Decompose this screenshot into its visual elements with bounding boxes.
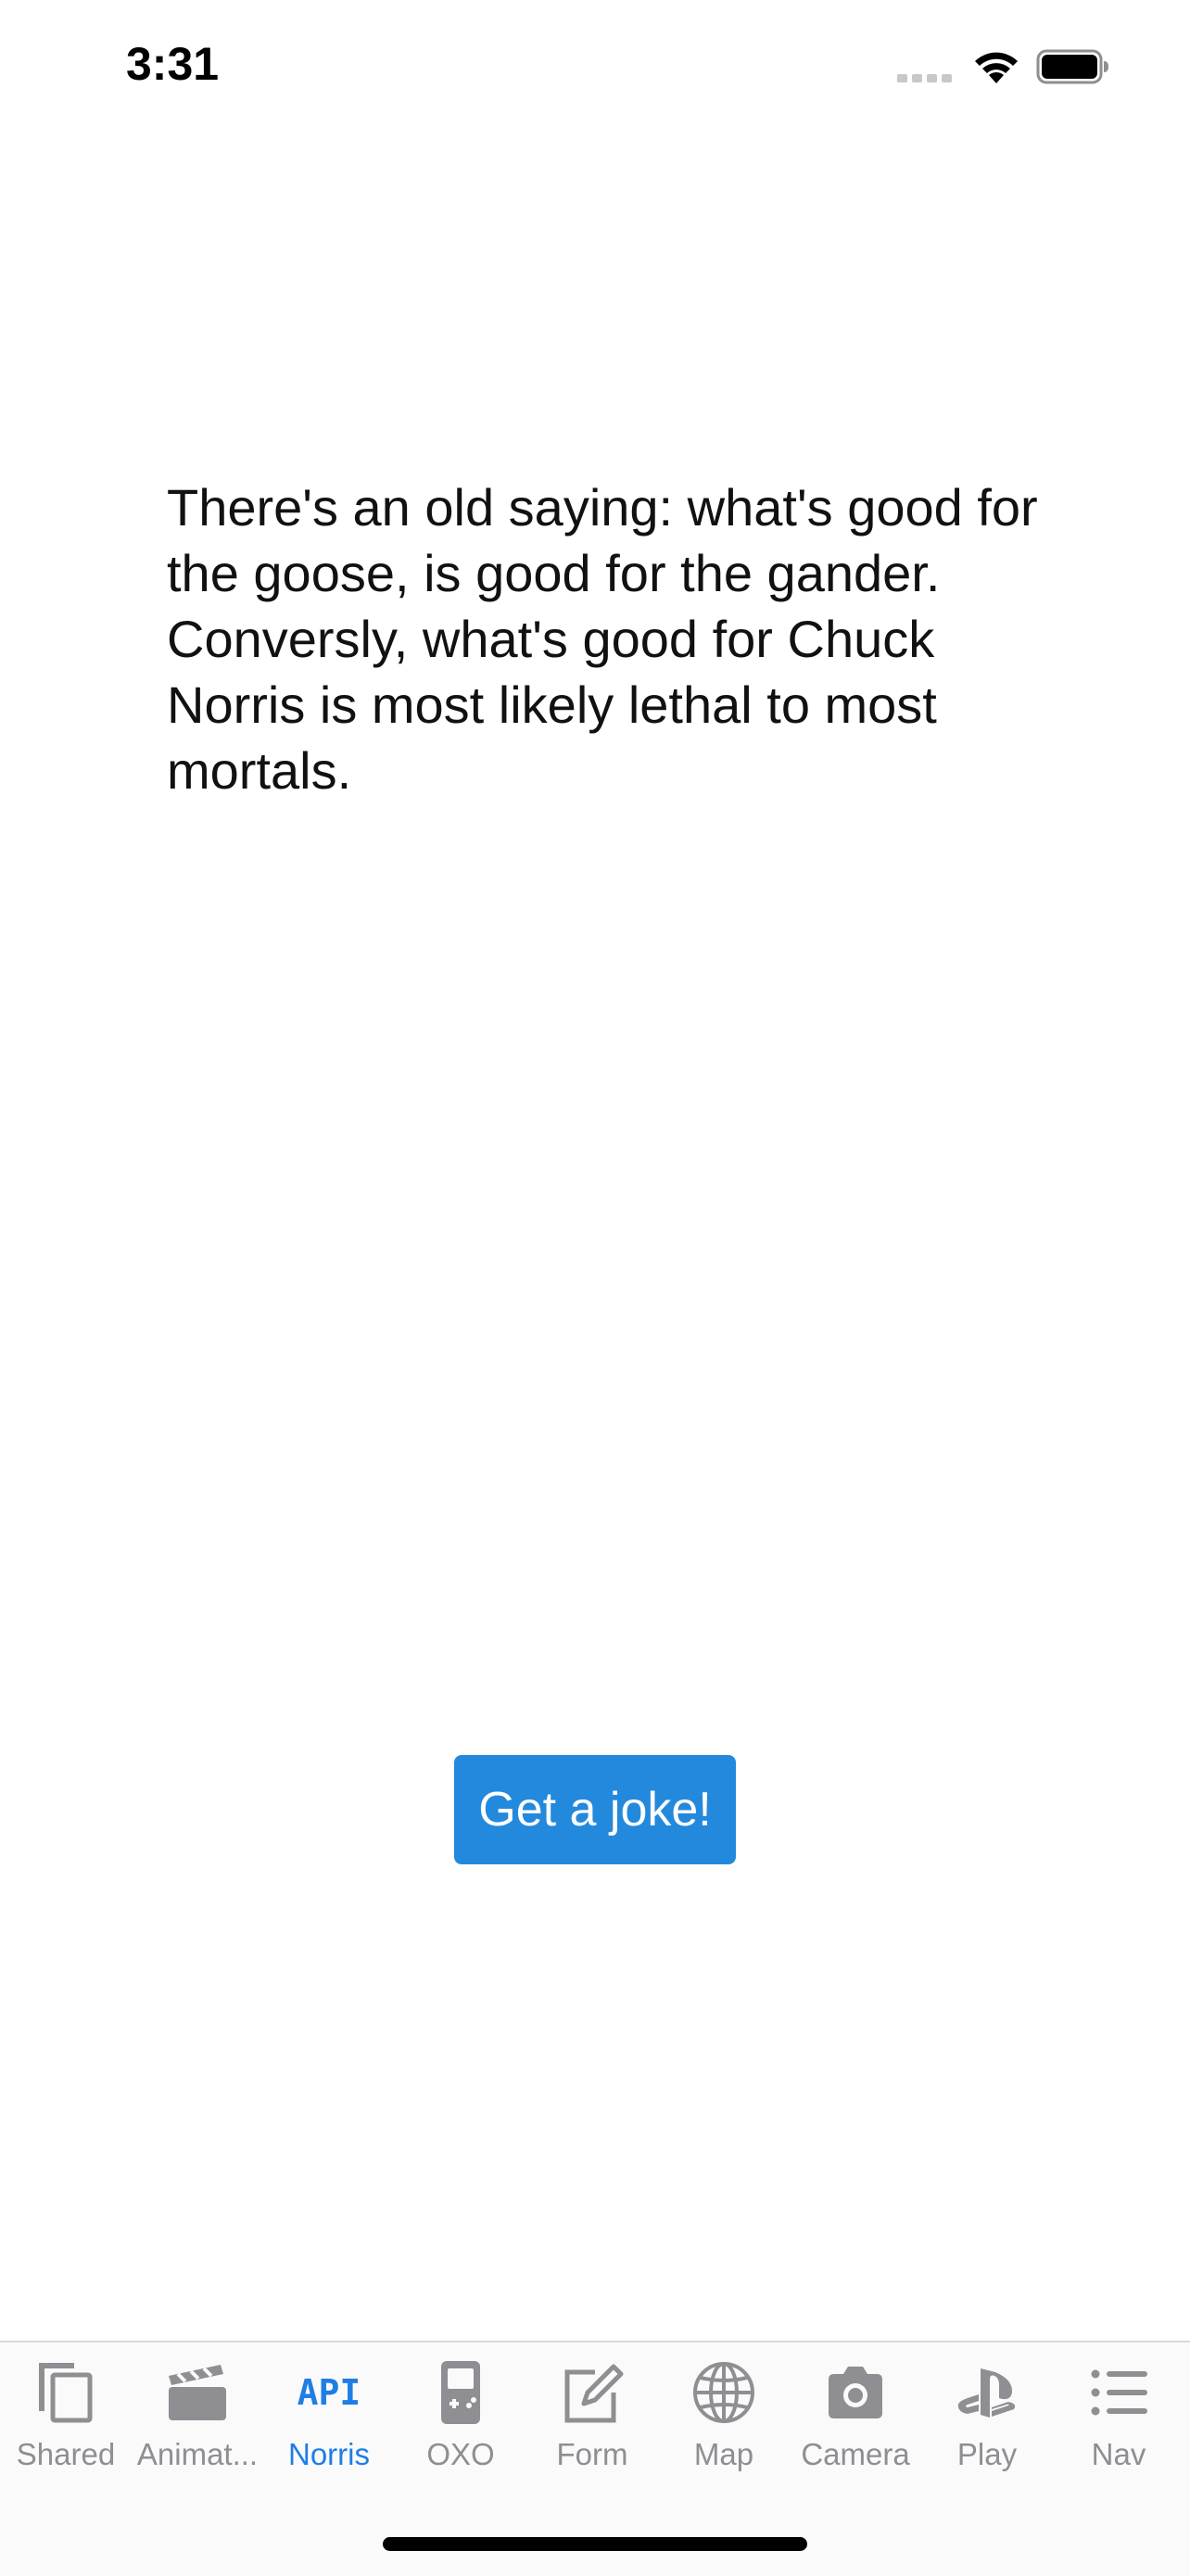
copy-icon — [39, 2363, 93, 2423]
tab-map[interactable]: Map — [658, 2342, 790, 2481]
cellular-signal-icon — [897, 74, 955, 83]
status-bar: 3:31 — [0, 0, 1190, 139]
api-icon-text: API — [297, 2372, 361, 2413]
playstation-icon — [957, 2368, 1016, 2418]
tab-label: Shared — [16, 2437, 116, 2471]
tab-form[interactable]: Form — [526, 2342, 658, 2481]
battery-icon — [1036, 49, 1108, 84]
tab-oxo[interactable]: OXO — [395, 2342, 526, 2481]
tab-label: Norris — [288, 2437, 370, 2471]
clapperboard-icon — [169, 2365, 226, 2420]
tab-label: Play — [956, 2437, 1018, 2471]
tab-shared[interactable]: Shared — [0, 2342, 132, 2481]
tab-label: Map — [693, 2437, 754, 2471]
tab-label: Animat... — [136, 2437, 259, 2471]
tab-label: Form — [556, 2437, 628, 2471]
wifi-icon — [975, 52, 1018, 83]
list-icon — [1091, 2369, 1147, 2416]
edit-icon — [564, 2364, 624, 2423]
home-indicator[interactable] — [383, 2537, 807, 2551]
joke-text: There's an old saying: what's good for t… — [167, 478, 1038, 800]
tab-camera[interactable]: Camera — [790, 2342, 921, 2481]
api-icon: API — [297, 2359, 361, 2426]
status-time: 3:31 — [126, 38, 220, 90]
globe-icon — [693, 2362, 754, 2423]
tab-label: OXO — [426, 2437, 495, 2471]
tab-norris[interactable]: API Norris — [263, 2342, 395, 2481]
tab-play[interactable]: Play — [921, 2342, 1053, 2481]
tab-label: Nav — [1091, 2437, 1146, 2471]
tab-animations[interactable]: Animat... — [132, 2342, 263, 2481]
tab-nav[interactable]: Nav — [1053, 2342, 1184, 2481]
tab-label: Camera — [801, 2437, 910, 2471]
gameboy-icon — [441, 2361, 480, 2424]
get-joke-button[interactable]: Get a joke! — [454, 1755, 736, 1864]
camera-icon — [829, 2367, 882, 2418]
